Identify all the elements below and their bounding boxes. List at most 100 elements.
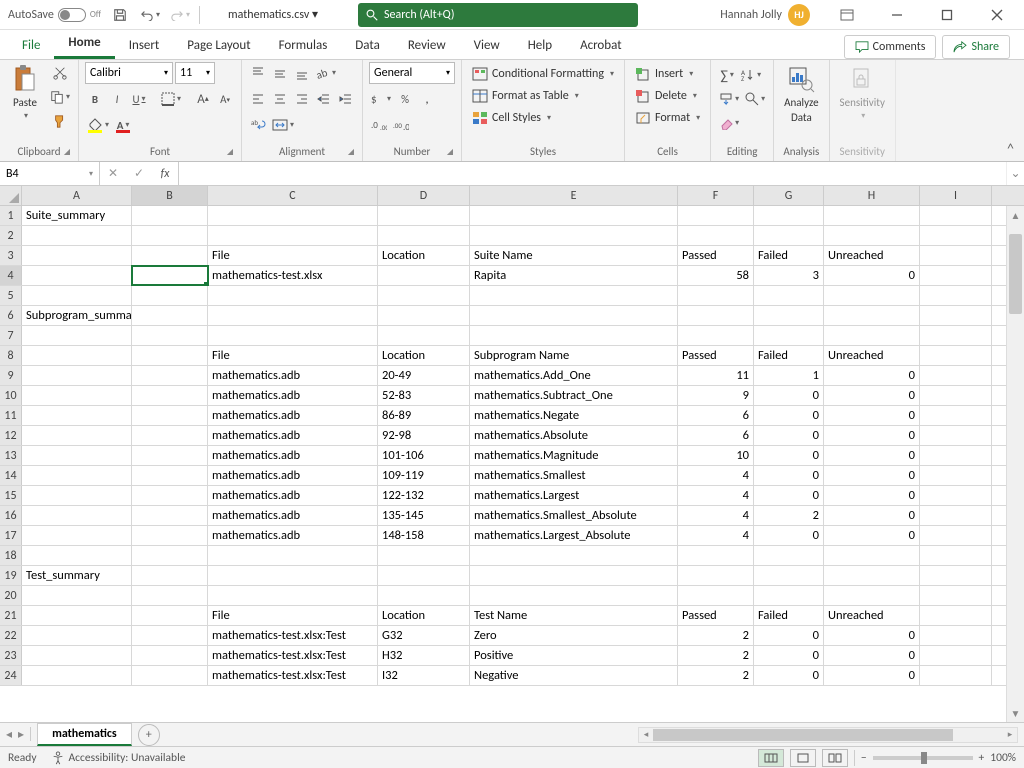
cell-F14[interactable]: 4	[678, 466, 754, 485]
cell-styles-button[interactable]: Cell Styles	[468, 108, 618, 128]
tab-acrobat[interactable]: Acrobat	[566, 32, 636, 59]
cell-G4[interactable]: 3	[754, 266, 824, 285]
row-header-20[interactable]: 20	[0, 586, 22, 605]
cell-F3[interactable]: Passed	[678, 246, 754, 265]
cell-F2[interactable]	[678, 226, 754, 245]
cell-E4[interactable]: Rapita	[470, 266, 678, 285]
increase-decimal-button[interactable]: .0.00	[369, 114, 389, 136]
cell-D2[interactable]	[378, 226, 470, 245]
cell-A11[interactable]	[22, 406, 132, 425]
zoom-level[interactable]: 100%	[990, 751, 1016, 765]
cell-B17[interactable]	[132, 526, 208, 545]
row-header-7[interactable]: 7	[0, 326, 22, 345]
fill-color-button[interactable]	[85, 114, 111, 136]
cell-E8[interactable]: Subprogram Name	[470, 346, 678, 365]
cell-B16[interactable]	[132, 506, 208, 525]
cell-C7[interactable]	[208, 326, 378, 345]
cell-I15[interactable]	[920, 486, 992, 505]
column-header-B[interactable]: B	[132, 186, 208, 205]
row-header-13[interactable]: 13	[0, 446, 22, 465]
cell-I21[interactable]	[920, 606, 992, 625]
analyze-data-button[interactable]: Analyze Data	[780, 62, 822, 126]
align-top-button[interactable]	[248, 62, 268, 84]
cell-D20[interactable]	[378, 586, 470, 605]
cell-H24[interactable]: 0	[824, 666, 920, 685]
cell-H17[interactable]: 0	[824, 526, 920, 545]
cell-D18[interactable]	[378, 546, 470, 565]
column-header-D[interactable]: D	[378, 186, 470, 205]
cell-G11[interactable]: 0	[754, 406, 824, 425]
clear-button[interactable]	[717, 112, 741, 134]
cell-E16[interactable]: mathematics.Smallest_Absolute	[470, 506, 678, 525]
cell-G1[interactable]	[754, 206, 824, 225]
user-account[interactable]: Hannah Jolly HJ	[710, 4, 820, 26]
cell-B19[interactable]	[132, 566, 208, 585]
cell-E11[interactable]: mathematics.Negate	[470, 406, 678, 425]
column-header-I[interactable]: I	[920, 186, 992, 205]
align-left-button[interactable]	[248, 88, 268, 110]
column-header-F[interactable]: F	[678, 186, 754, 205]
cell-I18[interactable]	[920, 546, 992, 565]
cell-G3[interactable]: Failed	[754, 246, 824, 265]
cell-C11[interactable]: mathematics.adb	[208, 406, 378, 425]
row-header-2[interactable]: 2	[0, 226, 22, 245]
cell-A20[interactable]	[22, 586, 132, 605]
cell-B14[interactable]	[132, 466, 208, 485]
cell-H18[interactable]	[824, 546, 920, 565]
cell-I16[interactable]	[920, 506, 992, 525]
save-icon[interactable]	[109, 4, 131, 26]
cell-D8[interactable]: Location	[378, 346, 470, 365]
cell-A3[interactable]	[22, 246, 132, 265]
tab-review[interactable]: Review	[394, 32, 460, 59]
tab-view[interactable]: View	[460, 32, 514, 59]
cell-E15[interactable]: mathematics.Largest	[470, 486, 678, 505]
cell-B6[interactable]	[132, 306, 208, 325]
cell-D24[interactable]: I32	[378, 666, 470, 685]
cell-D23[interactable]: H32	[378, 646, 470, 665]
cell-D1[interactable]	[378, 206, 470, 225]
cell-G24[interactable]: 0	[754, 666, 824, 685]
cell-H23[interactable]: 0	[824, 646, 920, 665]
tab-insert[interactable]: Insert	[115, 32, 174, 59]
cell-G12[interactable]: 0	[754, 426, 824, 445]
cell-H10[interactable]: 0	[824, 386, 920, 405]
row-header-1[interactable]: 1	[0, 206, 22, 225]
cell-I1[interactable]	[920, 206, 992, 225]
zoom-slider[interactable]	[873, 756, 973, 760]
cell-H19[interactable]	[824, 566, 920, 585]
cell-B15[interactable]	[132, 486, 208, 505]
cell-F16[interactable]: 4	[678, 506, 754, 525]
row-header-23[interactable]: 23	[0, 646, 22, 665]
cell-G5[interactable]	[754, 286, 824, 305]
cell-D14[interactable]: 109-119	[378, 466, 470, 485]
tab-data[interactable]: Data	[341, 32, 394, 59]
name-box[interactable]: B4▾	[0, 162, 100, 185]
cell-H2[interactable]	[824, 226, 920, 245]
cell-G20[interactable]	[754, 586, 824, 605]
cell-A1[interactable]: Suite_summary	[22, 206, 132, 225]
font-color-button[interactable]: A	[113, 114, 133, 136]
file-name[interactable]: mathematics.csv ▾	[228, 7, 318, 22]
cell-G23[interactable]: 0	[754, 646, 824, 665]
cell-E17[interactable]: mathematics.Largest_Absolute	[470, 526, 678, 545]
autosum-button[interactable]: ∑	[717, 64, 737, 86]
bold-button[interactable]: B	[85, 88, 105, 110]
cell-E5[interactable]	[470, 286, 678, 305]
cell-D13[interactable]: 101-106	[378, 446, 470, 465]
cell-C6[interactable]	[208, 306, 378, 325]
cell-D4[interactable]	[378, 266, 470, 285]
cell-D5[interactable]	[378, 286, 470, 305]
cell-B10[interactable]	[132, 386, 208, 405]
scroll-down-button[interactable]: ▼	[1007, 704, 1024, 722]
cell-A6[interactable]: Subprogram_summary	[22, 306, 132, 325]
cell-A2[interactable]	[22, 226, 132, 245]
cell-D6[interactable]	[378, 306, 470, 325]
cell-C20[interactable]	[208, 586, 378, 605]
wrap-text-button[interactable]: ab	[248, 114, 268, 136]
dialog-launcher-icon[interactable]: ◢	[227, 147, 233, 157]
cell-E7[interactable]	[470, 326, 678, 345]
cell-G14[interactable]: 0	[754, 466, 824, 485]
paste-button[interactable]: Paste	[6, 62, 44, 123]
zoom-out-button[interactable]: −	[861, 751, 867, 765]
cell-F15[interactable]: 4	[678, 486, 754, 505]
